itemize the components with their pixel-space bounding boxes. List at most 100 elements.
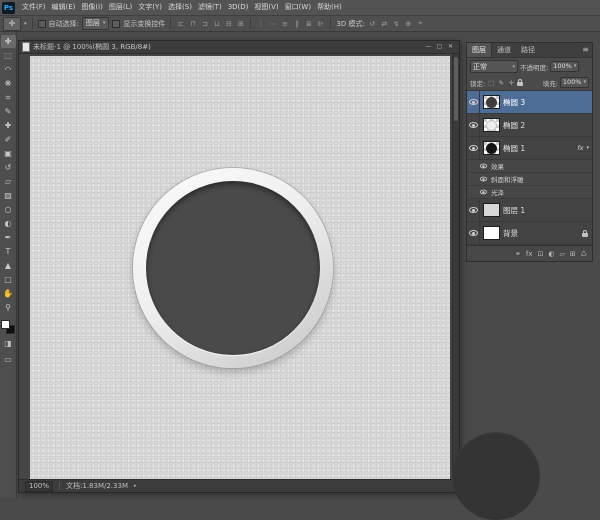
layer-thumbnail[interactable]	[483, 226, 500, 240]
align-bottom-icon[interactable]: ⊞	[236, 20, 245, 28]
distribute-right-icon[interactable]: ⊪	[316, 20, 325, 28]
layer-style-fx-badge[interactable]: fx	[577, 144, 583, 152]
align-left-icon[interactable]: ⊏	[176, 20, 185, 28]
visibility-eye-icon[interactable]	[480, 177, 487, 182]
menu-edit[interactable]: 编辑(E)	[49, 0, 79, 15]
zoom-level-field[interactable]: 100%	[25, 481, 53, 492]
quick-selection-tool-button[interactable]: ❋	[1, 77, 16, 90]
tab-paths[interactable]: 路径	[516, 43, 540, 57]
lock-all-icon[interactable]	[517, 82, 523, 86]
crop-tool-button[interactable]: ⌗	[1, 91, 16, 104]
tool-preset-chevron-icon[interactable]: ▾	[24, 21, 27, 27]
gradient-tool-button[interactable]: ▨	[1, 189, 16, 202]
eraser-tool-button[interactable]: ▱	[1, 175, 16, 188]
menu-select[interactable]: 选择(S)	[165, 0, 195, 15]
lock-position-icon[interactable]: ✛	[507, 79, 515, 87]
menu-type[interactable]: 文字(Y)	[135, 0, 165, 15]
lock-image-pixels-icon[interactable]: ✎	[497, 79, 505, 87]
lasso-tool-button[interactable]: ◠	[1, 63, 16, 76]
blur-tool-button[interactable]: ○	[1, 203, 16, 216]
menu-view[interactable]: 视图(V)	[251, 0, 281, 15]
layer-row-ellipse-3[interactable]: 椭圆 3	[467, 91, 592, 114]
screen-mode-button[interactable]: ▭	[1, 354, 16, 366]
menu-layer[interactable]: 图层(L)	[106, 0, 135, 15]
slide-3d-icon[interactable]: ⊕	[404, 20, 413, 28]
layer-row-layer-1[interactable]: 图层 1	[467, 199, 592, 222]
visibility-eye-icon[interactable]	[467, 199, 480, 221]
visibility-eye-icon[interactable]	[467, 137, 480, 159]
close-button[interactable]: ✕	[445, 41, 456, 53]
link-layers-icon[interactable]: ⚭	[515, 247, 521, 261]
canvas[interactable]	[30, 56, 450, 480]
distribute-top-icon[interactable]: ⋮	[256, 20, 265, 28]
scrollbar-thumb[interactable]	[454, 57, 458, 121]
auto-select-checkbox[interactable]	[38, 20, 46, 28]
eyedropper-tool-button[interactable]: ✎	[1, 105, 16, 118]
align-right-icon[interactable]: ⊐	[200, 20, 209, 28]
delete-layer-icon[interactable]: ♺	[581, 247, 587, 261]
new-layer-icon[interactable]: ⊞	[570, 247, 576, 261]
layer-thumbnail[interactable]	[483, 95, 500, 109]
tab-layers[interactable]: 图层	[467, 43, 492, 57]
auto-select-dropdown[interactable]: 图层 ▾	[82, 17, 110, 30]
drag-3d-icon[interactable]: ↯	[392, 20, 401, 28]
scale-3d-icon[interactable]: ⌖	[416, 19, 425, 28]
maximize-button[interactable]: ▢	[434, 41, 445, 53]
layer-row-ellipse-1[interactable]: 椭圆 1 fx ▾	[467, 137, 592, 160]
distribute-bottom-icon[interactable]: ≡	[280, 20, 289, 28]
menu-help[interactable]: 帮助(H)	[314, 0, 345, 15]
bevel-emboss-row[interactable]: 斜面和浮雕	[467, 173, 592, 186]
menu-image[interactable]: 图像(I)	[78, 0, 106, 15]
visibility-eye-icon[interactable]	[467, 91, 480, 113]
layer-style-icon[interactable]: fx	[526, 247, 533, 261]
visibility-eye-icon[interactable]	[480, 164, 487, 169]
opacity-value[interactable]: 100% ▾	[550, 61, 579, 72]
add-layer-mask-icon[interactable]: ⊡	[537, 247, 543, 261]
quick-mask-button[interactable]: ◨	[1, 338, 16, 350]
distribute-left-icon[interactable]: ∥	[292, 20, 301, 28]
menu-file[interactable]: 文件(F)	[19, 0, 49, 15]
menu-3d[interactable]: 3D(D)	[225, 0, 252, 15]
layer-thumbnail[interactable]	[483, 118, 500, 132]
align-vcenter-icon[interactable]: ⊟	[224, 20, 233, 28]
healing-brush-tool-button[interactable]: ✚	[1, 119, 16, 132]
hand-tool-button[interactable]: ✋	[1, 287, 16, 300]
layer-thumbnail[interactable]	[483, 203, 500, 217]
minimize-button[interactable]: —	[423, 41, 434, 53]
dodge-tool-button[interactable]: ◐	[1, 217, 16, 230]
distribute-hcenter-icon[interactable]: ≣	[304, 20, 313, 28]
brush-tool-button[interactable]: ✐	[1, 133, 16, 146]
status-options-chevron-icon[interactable]: ▸	[134, 483, 137, 489]
effects-row[interactable]: 效果	[467, 160, 592, 173]
vertical-scrollbar[interactable]	[452, 54, 459, 479]
pen-tool-button[interactable]: ✒	[1, 231, 16, 244]
fx-collapse-chevron-icon[interactable]: ▾	[586, 145, 589, 151]
visibility-eye-icon[interactable]	[467, 222, 480, 244]
tab-channels[interactable]: 通道	[492, 43, 516, 57]
roll-3d-icon[interactable]: ⇄	[380, 20, 389, 28]
visibility-eye-icon[interactable]	[480, 190, 487, 195]
align-hcenter-icon[interactable]: ⊓	[188, 20, 197, 28]
distribute-vcenter-icon[interactable]: ⋯	[268, 20, 277, 28]
document-title-bar[interactable]: 未标题-1 @ 100%(椭圆 3, RGB/8#) — ▢ ✕	[19, 41, 459, 54]
visibility-eye-icon[interactable]	[467, 114, 480, 136]
satin-row[interactable]: 光泽	[467, 186, 592, 199]
panel-menu-icon[interactable]: ≡	[579, 43, 592, 57]
menu-filter[interactable]: 滤镜(T)	[195, 0, 225, 15]
layer-row-ellipse-2[interactable]: 椭圆 2	[467, 114, 592, 137]
path-selection-tool-button[interactable]: ▲	[1, 259, 16, 272]
lock-transparent-pixels-icon[interactable]: ⬚	[487, 79, 495, 87]
menu-window[interactable]: 窗口(W)	[282, 0, 314, 15]
adjustment-layer-icon[interactable]: ◐	[548, 247, 554, 261]
move-tool-button[interactable]: ✛	[1, 35, 16, 48]
zoom-tool-button[interactable]: ⚲	[1, 301, 16, 314]
type-tool-button[interactable]: T	[1, 245, 16, 258]
align-top-icon[interactable]: ⊔	[212, 20, 221, 28]
shape-tool-button[interactable]: ▢	[1, 273, 16, 286]
layer-thumbnail[interactable]	[483, 141, 500, 155]
show-transform-checkbox[interactable]	[112, 20, 120, 28]
new-group-icon[interactable]: ▱	[559, 247, 564, 261]
rotate-3d-icon[interactable]: ↺	[368, 20, 377, 28]
marquee-tool-button[interactable]: ⬚	[1, 49, 16, 62]
fill-value[interactable]: 100% ▾	[560, 77, 589, 88]
